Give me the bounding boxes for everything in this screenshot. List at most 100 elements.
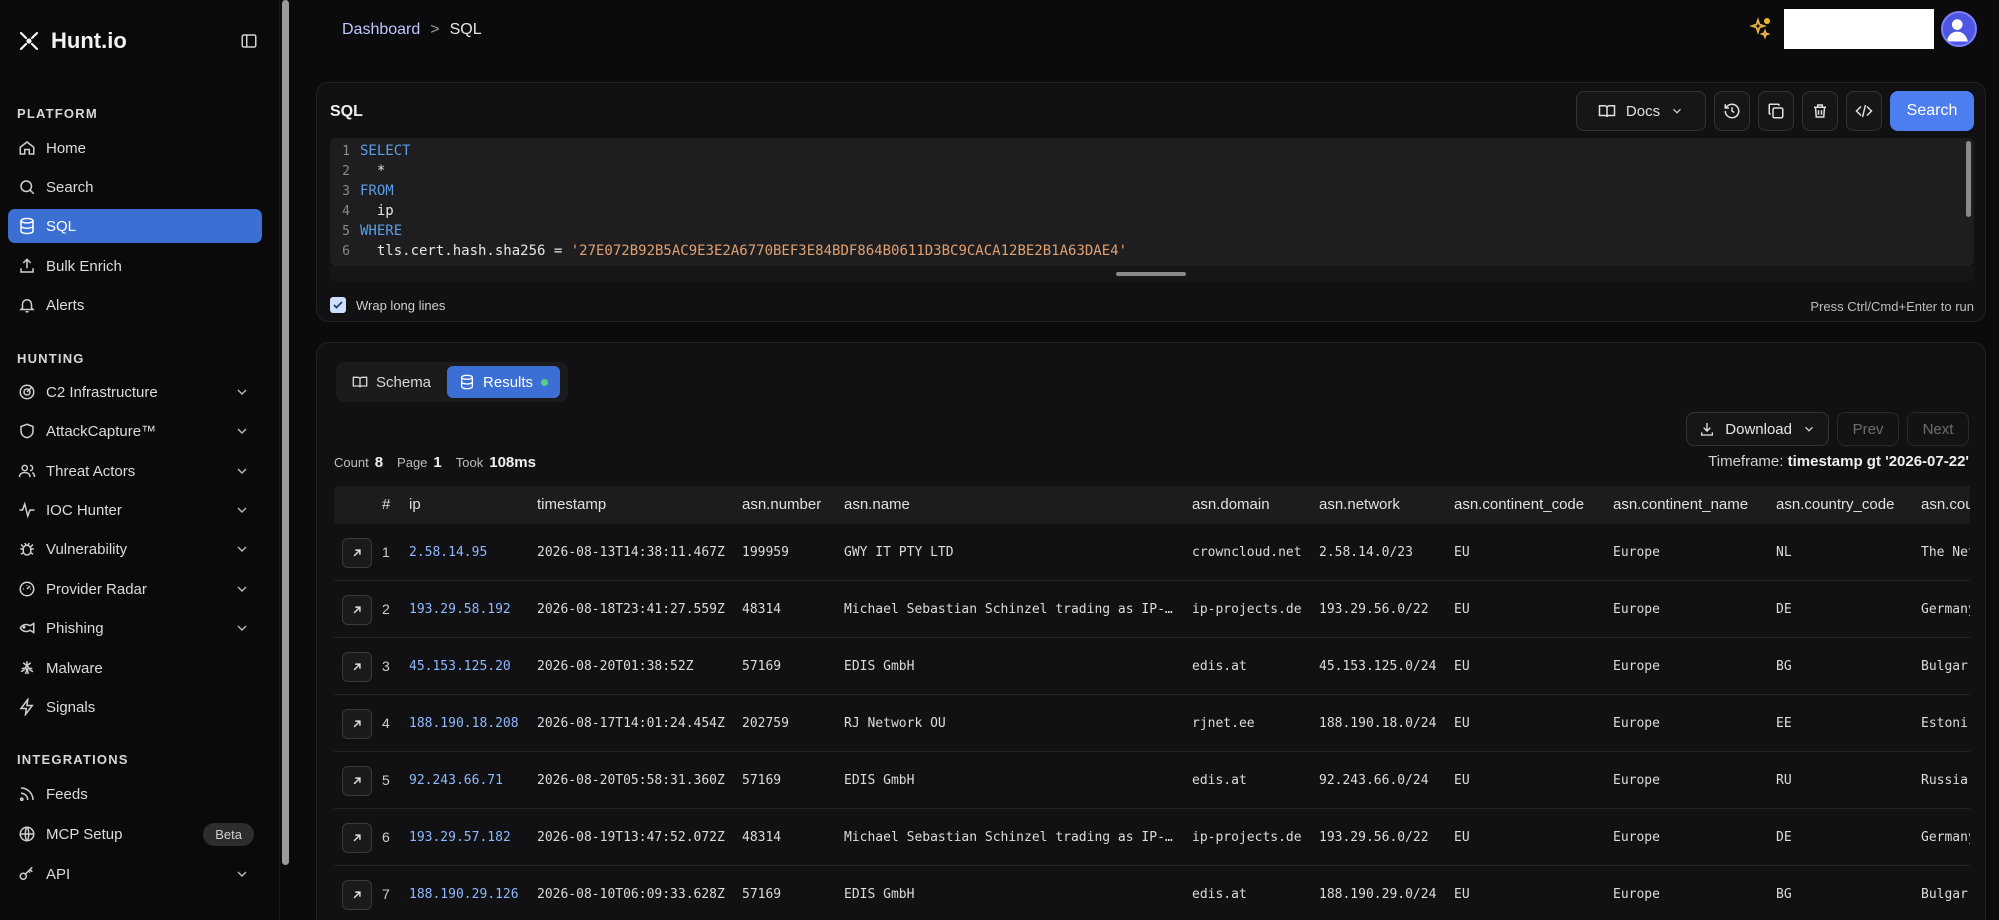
table-cell: edis.at [1192,773,1247,788]
arrow-up-right-icon [353,834,361,842]
sidebar-item-label: AttackCapture™ [46,422,157,440]
sidebar-item-bulk-enrich[interactable]: Bulk Enrich [8,249,262,283]
brand-name: Hunt.io [51,28,127,53]
upload-icon [20,258,34,273]
table-cell: 4 [382,715,390,731]
code-keyword: SELECT [360,143,411,159]
open-row-button[interactable] [342,538,372,568]
timeframe: Timeframe: timestamp gt '2026-07-22' [1708,453,1969,470]
table-cell: 2026-08-18T23:41:27.559Z [537,602,725,617]
chevron-down-icon [237,507,247,513]
table-cell: Europe [1613,545,1660,560]
column-header[interactable]: asn.continent_code [1454,486,1584,524]
open-row-button[interactable] [342,652,372,682]
column-header[interactable]: asn.number [742,486,821,524]
prev-page-button[interactable]: Prev [1837,412,1899,446]
sidebar-item-alerts[interactable]: Alerts [8,288,262,322]
next-page-button[interactable]: Next [1907,412,1969,446]
column-header[interactable]: asn.continent_name [1613,486,1748,524]
results-tabs: Schema Results [336,362,568,402]
sql-code-editor[interactable]: 1 SELECT 2 * 3 FROM 4 ip 5 WHERE 6 tls.c… [330,138,1974,266]
delete-button[interactable] [1802,91,1838,131]
column-header[interactable]: asn.network [1319,486,1400,524]
docs-dropdown[interactable]: Docs [1576,91,1706,131]
table-cell: 92.243.66.0/24 [1319,773,1429,788]
column-header[interactable]: timestamp [537,486,606,524]
sidebar-item-home[interactable]: Home [8,131,262,165]
page-label: Page [397,455,428,470]
sidebar-item-c2-infrastructure[interactable]: C2 Infrastructure [8,375,262,409]
sidebar-item-label: Alerts [46,296,85,314]
table-cell: 2 [382,601,390,617]
editor-resize-handle[interactable] [1116,272,1186,276]
table-cell: Bulgar [1921,659,1968,674]
line-number: 3 [342,183,350,199]
open-row-button[interactable] [342,880,372,910]
sidebar-item-feeds[interactable]: Feeds [8,777,262,811]
sidebar-item-phishing[interactable]: Phishing [8,611,262,645]
ip-link[interactable]: 188.190.29.126 [409,866,529,920]
sidebar-collapse-icon[interactable] [240,32,258,50]
ip-link[interactable]: 193.29.58.192 [409,581,529,638]
globe-icon [19,826,35,842]
history-button[interactable] [1714,91,1750,131]
brand-logo[interactable]: Hunt.io [17,28,127,54]
table-cell: 57169 [742,659,782,674]
code-text: tls.cert.hash.sha256 = [360,243,571,259]
table-cell: edis.at [1192,659,1247,674]
sidebar-item-sql[interactable]: SQL [8,209,262,243]
column-header[interactable]: asn.country_code [1776,486,1894,524]
format-code-button[interactable] [1846,91,1882,131]
sidebar-item-provider-radar[interactable]: Provider Radar [8,572,262,606]
tab-schema[interactable]: Schema [340,366,443,398]
sidebar-item-api[interactable]: API [8,857,262,891]
open-row-button[interactable] [342,823,372,853]
page-value: 1 [433,454,442,471]
sidebar-item-mcp-setup[interactable]: MCP Setup Beta [8,817,262,851]
sidebar-item-vulnerability[interactable]: Vulnerability [8,532,262,566]
table-cell: EU [1454,716,1470,731]
download-dropdown[interactable]: Download [1686,412,1829,446]
table-cell: 2026-08-13T14:38:11.467Z [537,545,725,560]
copy-button[interactable] [1758,91,1794,131]
breadcrumb-dashboard-link[interactable]: Dashboard [342,21,420,39]
ip-link[interactable]: 92.243.66.71 [409,752,529,809]
table-cell: Europe [1613,887,1660,902]
wrap-lines-checkbox[interactable] [330,297,346,313]
open-row-button[interactable] [342,766,372,796]
sidebar-item-malware[interactable]: Malware [8,651,262,685]
ip-link[interactable]: 193.29.57.182 [409,809,529,866]
sparkle-icon[interactable] [1748,16,1772,40]
table-cell: edis.at [1192,887,1247,902]
column-header[interactable]: asn.domain [1192,486,1270,524]
arrow-up-right-icon [353,606,361,614]
editor-scrollbar[interactable] [1966,141,1971,217]
tab-results[interactable]: Results [447,366,561,398]
table-cell: 2026-08-20T01:38:52Z [537,659,694,674]
sidebar-item-label: C2 Infrastructure [46,383,158,401]
open-row-button[interactable] [342,595,372,625]
sidebar-scrollbar[interactable] [282,0,289,865]
sidebar-item-threat-actors[interactable]: Threat Actors [8,454,262,488]
shield-icon [20,423,34,439]
column-header[interactable]: # [382,486,390,524]
table-row: 6 193.29.57.182 2026-08-19T13:47:52.072Z 48… [334,809,1970,866]
bell-icon [19,299,35,313]
wrap-lines-toggle[interactable]: Wrap long lines [330,297,445,313]
sidebar-item-search[interactable]: Search [8,170,262,204]
sidebar-item-ioc-hunter[interactable]: IOC Hunter [8,493,262,527]
avatar[interactable] [1941,11,1977,47]
column-header[interactable]: asn.cou [1921,486,1970,524]
ip-link[interactable]: 45.153.125.20 [409,638,529,695]
search-button[interactable]: Search [1890,91,1974,131]
sidebar-item-signals[interactable]: Signals [8,690,262,724]
ip-link[interactable]: 188.190.18.208 [409,695,529,752]
column-header[interactable]: ip [409,486,421,524]
code-line: 1 SELECT [330,141,411,161]
column-header[interactable]: asn.name [844,486,910,524]
sidebar: Hunt.io PLATFORM Home Search SQL Bulk En… [0,0,280,920]
ip-link[interactable]: 2.58.14.95 [409,524,529,581]
table-cell: Europe [1613,602,1660,617]
open-row-button[interactable] [342,709,372,739]
sidebar-item-attackcapture[interactable]: AttackCapture™ [8,414,262,448]
